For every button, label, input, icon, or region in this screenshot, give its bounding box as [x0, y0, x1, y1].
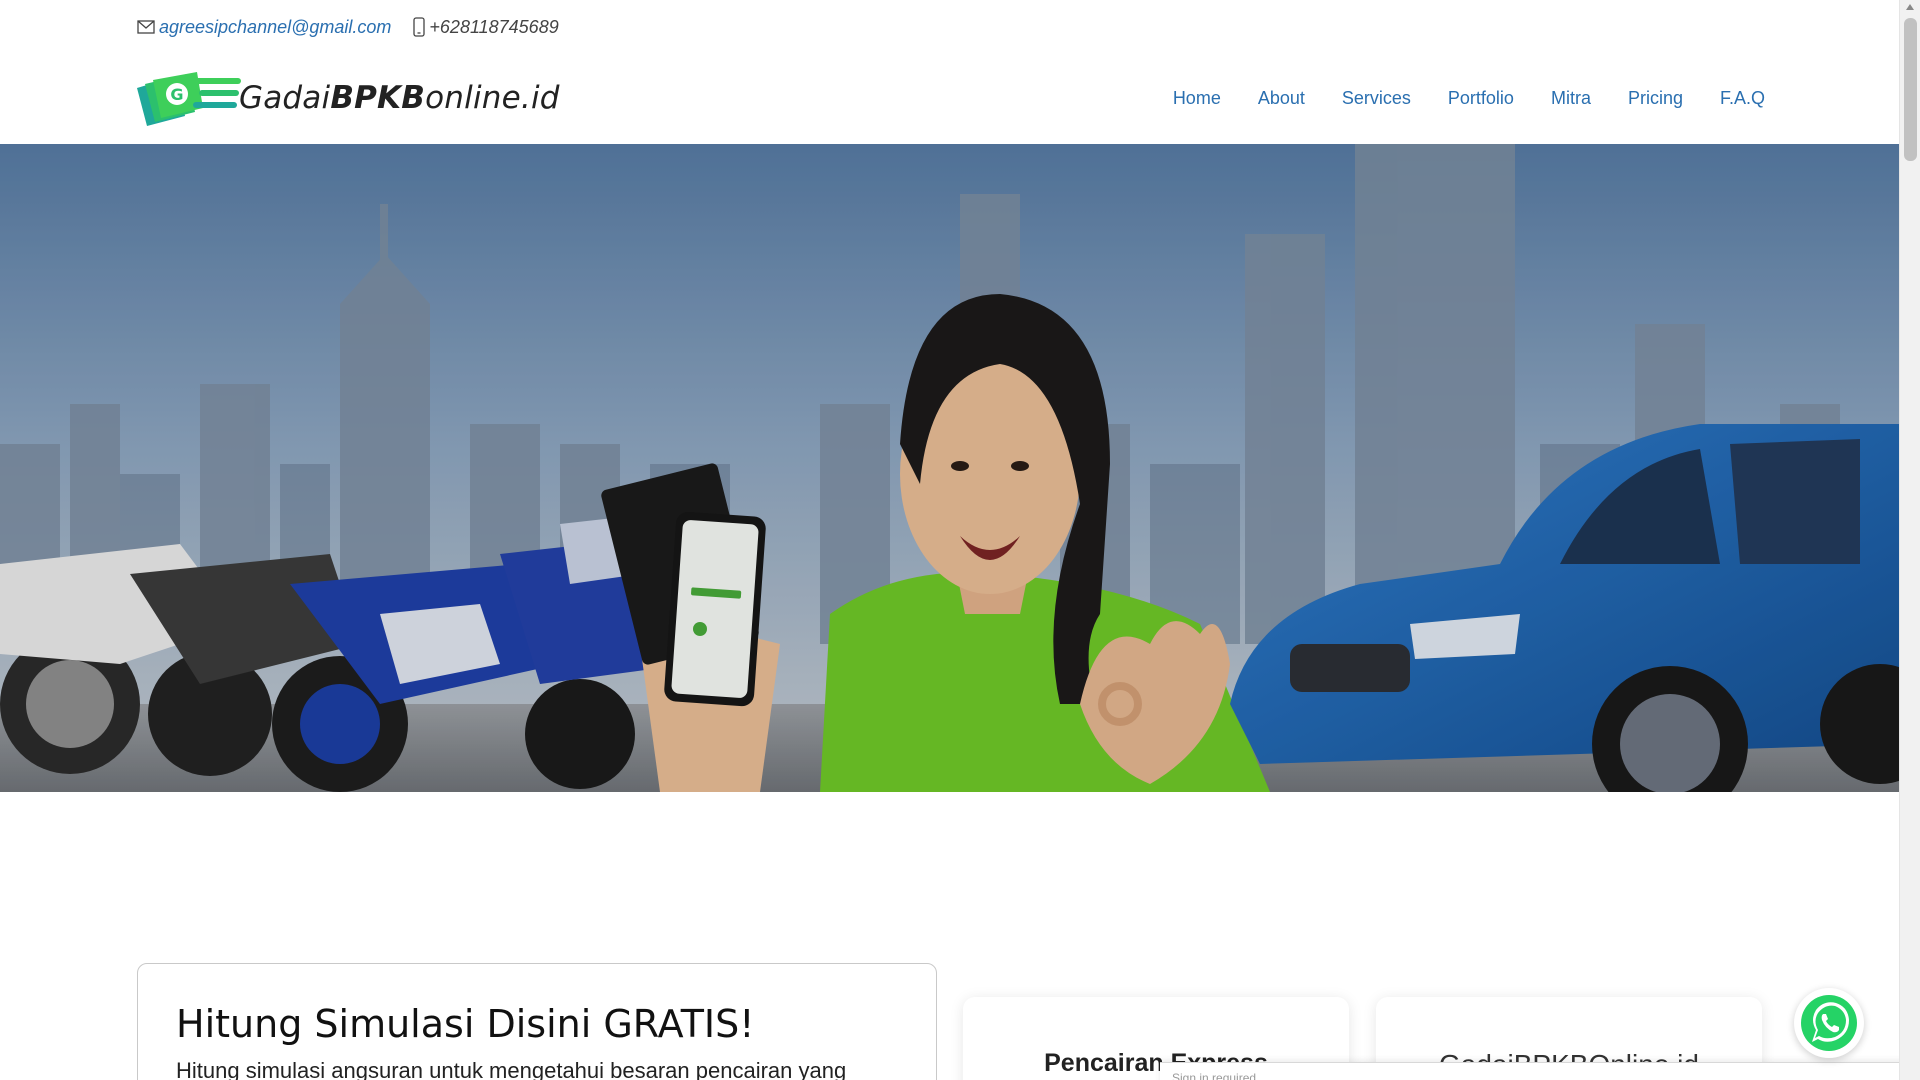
simulation-card: Hitung Simulasi Disini GRATIS! Hitung si…	[137, 963, 937, 1080]
whatsapp-icon	[1801, 995, 1857, 1051]
signin-banner[interactable]: Sign in required	[1160, 1062, 1920, 1080]
page-scrollbar[interactable]	[1899, 0, 1920, 1080]
nav-home[interactable]: Home	[1173, 88, 1221, 109]
nav-faq[interactable]: F.A.Q	[1720, 88, 1765, 109]
logo-mark-icon: G	[137, 72, 241, 126]
scroll-up-icon[interactable]	[1906, 4, 1914, 10]
hero-banner	[0, 144, 1899, 792]
simulation-title: Hitung Simulasi Disini GRATIS!	[176, 1002, 755, 1046]
site-logo[interactable]: G GadaiBPKBonline.id	[137, 70, 560, 126]
email-contact[interactable]: agreesipchannel@gmail.com	[137, 17, 391, 38]
logo-text: GadaiBPKBonline.id	[239, 80, 560, 116]
email-link[interactable]: agreesipchannel@gmail.com	[159, 17, 391, 38]
nav-services[interactable]: Services	[1342, 88, 1411, 109]
page: agreesipchannel@gmail.com +628118745689 …	[0, 0, 1920, 1080]
phone-link[interactable]: +628118745689	[429, 17, 558, 38]
envelope-icon	[137, 20, 155, 34]
phone-icon	[413, 17, 426, 37]
svg-text:G: G	[170, 85, 183, 104]
nav-about[interactable]: About	[1258, 88, 1305, 109]
nav-mitra[interactable]: Mitra	[1551, 88, 1591, 109]
nav-portfolio[interactable]: Portfolio	[1448, 88, 1514, 109]
nav-pricing[interactable]: Pricing	[1628, 88, 1683, 109]
main-nav: Home About Services Portfolio Mitra Pric…	[1173, 88, 1765, 109]
whatsapp-button[interactable]	[1794, 988, 1864, 1058]
signin-text: Sign in required	[1172, 1071, 1257, 1080]
simulation-description: Hitung simulasi angsuran untuk mengetahu…	[176, 1058, 847, 1080]
hero-image	[0, 144, 1899, 792]
contact-bar: agreesipchannel@gmail.com +628118745689	[137, 14, 559, 40]
phone-contact[interactable]: +628118745689	[413, 17, 559, 38]
scroll-thumb[interactable]	[1904, 18, 1917, 161]
